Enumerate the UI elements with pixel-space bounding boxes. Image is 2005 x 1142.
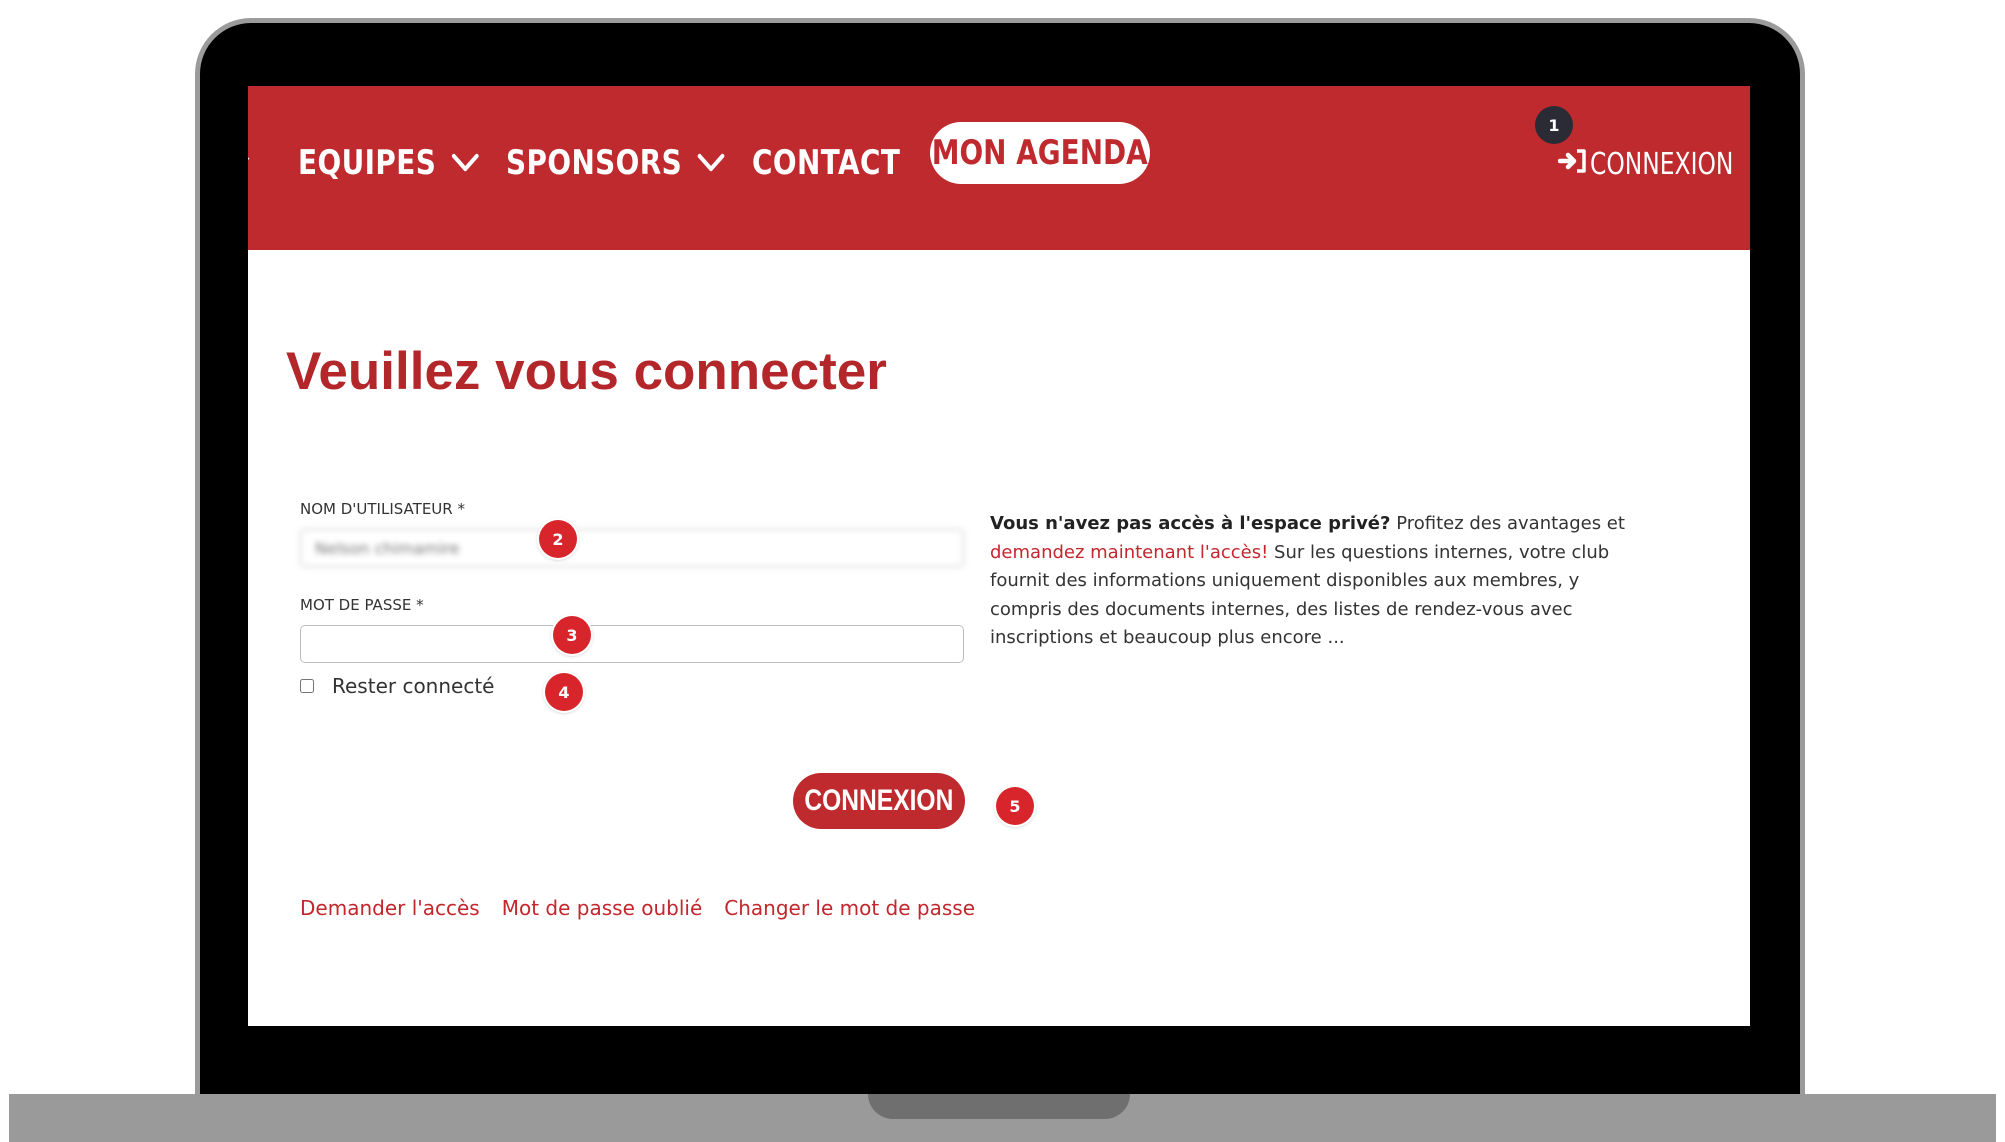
remember-me-label: Rester connecté [332, 674, 495, 698]
my-agenda-label: MON AGENDA [931, 133, 1149, 173]
remember-me-checkbox[interactable] [300, 679, 314, 693]
request-access-link[interactable]: Demander l'accès [300, 896, 480, 920]
annotation-badge-1: 1 [1535, 106, 1573, 144]
browser-screen: EQUIPES SPONSORS CONTACT MON AGENDA CONN… [248, 86, 1750, 1026]
page-title: Veuillez vous connecter [286, 342, 887, 401]
forgot-password-link[interactable]: Mot de passe oublié [502, 896, 703, 920]
annotation-badge-5: 5 [996, 787, 1034, 825]
info-bold-text: Vous n'avez pas accès à l'espace privé? [990, 513, 1391, 534]
info-text-1: Profitez des avantages et [1390, 513, 1625, 534]
nav-item-label: EQUIPES [298, 143, 437, 183]
my-agenda-button[interactable]: MON AGENDA [930, 122, 1150, 184]
sign-in-icon [1557, 147, 1588, 182]
private-area-info: Vous n'avez pas accès à l'espace privé? … [990, 510, 1650, 653]
password-label: MOT DE PASSE * [300, 596, 424, 614]
nav-login-label: CONNEXION [1590, 146, 1734, 182]
account-links: Demander l'accès Mot de passe oublié Cha… [300, 896, 975, 920]
top-navbar: EQUIPES SPONSORS CONTACT MON AGENDA CONN… [248, 86, 1750, 250]
login-submit-label: CONNEXION [804, 784, 954, 817]
nav-item-sponsors[interactable]: SPONSORS [506, 132, 725, 194]
request-access-inline-link[interactable]: demandez maintenant l'accès! [990, 542, 1268, 563]
annotation-badge-3: 3 [553, 616, 591, 654]
chevron-down-icon [451, 153, 479, 173]
nav-item-equipes[interactable]: EQUIPES [298, 132, 479, 194]
nav-chevron-partial [248, 150, 254, 174]
nav-item-label: CONTACT [752, 143, 901, 183]
username-label: NOM D'UTILISATEUR * [300, 500, 465, 518]
username-input[interactable] [300, 529, 964, 567]
nav-login-link[interactable]: CONNEXION [1557, 142, 1750, 186]
nav-item-contact[interactable]: CONTACT [752, 132, 900, 194]
remember-me-row: Rester connecté [300, 672, 494, 700]
change-password-link[interactable]: Changer le mot de passe [724, 896, 975, 920]
login-submit-button[interactable]: CONNEXION [793, 773, 965, 829]
annotation-badge-2: 2 [539, 520, 577, 558]
chevron-down-icon [697, 153, 725, 173]
nav-item-label: SPONSORS [506, 143, 683, 183]
password-input[interactable] [300, 625, 964, 663]
annotation-badge-4: 4 [545, 673, 583, 711]
laptop-notch [868, 1094, 1130, 1119]
